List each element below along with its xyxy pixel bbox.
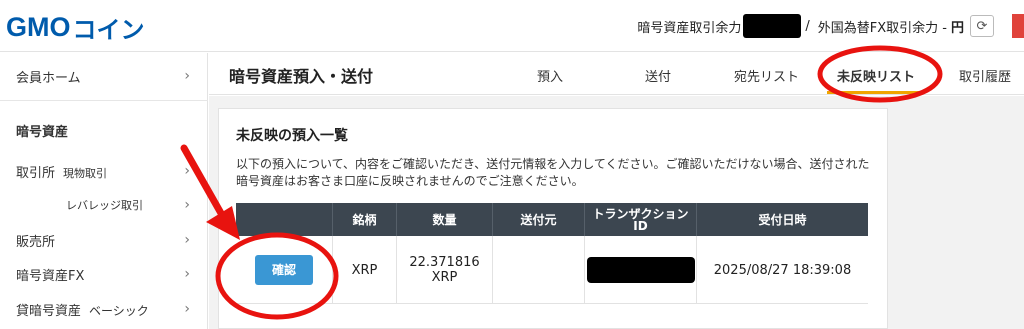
th-blank [236, 203, 332, 236]
sidebar-item-label: 暗号資産FX [16, 268, 85, 284]
th-symbol: 銘柄 [332, 203, 396, 236]
th-amount: 数量 [396, 203, 492, 236]
td-action: 確認 [236, 236, 332, 304]
gmo-coin-logo[interactable]: GMO コイン [6, 10, 145, 44]
balance-area: 暗号資産取引余力 / 外国為替FX取引余力 - 円 ⟳ [637, 14, 1024, 38]
td-symbol: XRP [332, 236, 396, 304]
td-transaction-id [584, 236, 696, 304]
th-transaction-id-line1: トランザクション [592, 206, 689, 221]
sidebar-item-member-home[interactable]: 会員ホーム › [0, 53, 208, 99]
card-description: 以下の預入について、内容をご確認いただき、送付元情報を入力してください。ご確認い… [236, 157, 870, 188]
refresh-icon: ⟳ [976, 18, 988, 34]
td-received-at: 2025/08/27 18:39:08 [696, 236, 868, 304]
sidebar-item-sales[interactable]: 販売所 › [0, 228, 208, 252]
sidebar-heading-label: 暗号資産 [16, 124, 69, 140]
sidebar-subitem-spot[interactable]: 現物取引 [63, 167, 107, 180]
fx-balance-unit: 円 [950, 20, 964, 36]
th-transaction-id: トランザクション ID [584, 203, 696, 236]
sidebar-item-label: 会員ホーム [16, 70, 81, 86]
balance-separator: / [805, 18, 810, 34]
confirm-button[interactable]: 確認 [255, 255, 313, 285]
top-header: GMO コイン 暗号資産取引余力 / 外国為替FX取引余力 - 円 ⟳ [0, 0, 1024, 52]
chevron-right-icon: › [184, 301, 190, 317]
logo-text-gmo: GMO [6, 11, 71, 42]
table-row: 確認 XRP 22.371816 XRP 2025/08/27 18:39:08 [236, 236, 868, 304]
refresh-button[interactable]: ⟳ [970, 15, 994, 37]
sidebar: 会員ホーム › 暗号資産 取引所 現物取引 › レバレッジ取引 › 販売所 › 暗… [0, 53, 208, 329]
crypto-balance-redacted [743, 14, 802, 38]
chevron-right-icon: › [184, 197, 190, 213]
sidebar-item-exchange[interactable]: 取引所 現物取引 › [0, 159, 208, 183]
logo-text-coin: コイン [72, 15, 145, 44]
sidebar-item-label: 販売所 [16, 234, 56, 250]
page-title: 暗号資産預入・送付 [229, 67, 374, 86]
sidebar-divider [0, 100, 208, 101]
tab-address-list[interactable]: 宛先リスト [734, 66, 799, 85]
tab-unreflected-list[interactable]: 未反映リスト [837, 66, 915, 85]
chevron-right-icon: › [184, 232, 190, 248]
chevron-right-icon: › [184, 163, 190, 179]
tab-deposit[interactable]: 預入 [537, 66, 563, 85]
table-header: 銘柄 数量 送付元 トランザクション ID 受付日時 [236, 203, 868, 236]
page-title-bar: 暗号資産預入・送付 預入 送付 宛先リスト 未反映リスト 取引履歴 [209, 53, 1024, 95]
transaction-id-redacted [586, 257, 695, 283]
th-received-at: 受付日時 [696, 203, 868, 236]
chevron-right-icon: › [184, 266, 190, 282]
th-sender: 送付元 [492, 203, 584, 236]
sidebar-item-crypto-fx[interactable]: 暗号資産FX › [0, 262, 208, 286]
tab-send[interactable]: 送付 [645, 66, 671, 85]
sidebar-item-label: レバレッジ取引 [66, 199, 143, 212]
th-transaction-id-line2: ID [633, 218, 648, 233]
sidebar-item-label: 取引所 [16, 165, 56, 181]
header-red-button[interactable] [1012, 14, 1024, 38]
sidebar-item-lending[interactable]: 貸暗号資産 ベーシック › [0, 297, 208, 321]
fx-balance-label: 外国為替FX取引余力 - [817, 20, 947, 36]
sidebar-item-leverage[interactable]: レバレッジ取引 › [0, 193, 208, 217]
sidebar-item-label: 貸暗号資産 [16, 303, 82, 319]
td-amount: 22.371816 XRP [396, 236, 492, 304]
amount-value: 22.371816 [409, 255, 480, 270]
crypto-balance-label: 暗号資産取引余力 [637, 20, 742, 36]
chevron-right-icon: › [184, 68, 190, 84]
sidebar-heading-crypto: 暗号資産 [0, 119, 208, 141]
card-title: 未反映の預入一覧 [236, 128, 348, 144]
tab-history[interactable]: 取引履歴 [959, 66, 1011, 85]
td-sender [492, 236, 584, 304]
sidebar-subitem-basic[interactable]: ベーシック [89, 304, 149, 318]
active-tab-indicator [827, 91, 921, 94]
amount-unit: XRP [431, 270, 458, 285]
